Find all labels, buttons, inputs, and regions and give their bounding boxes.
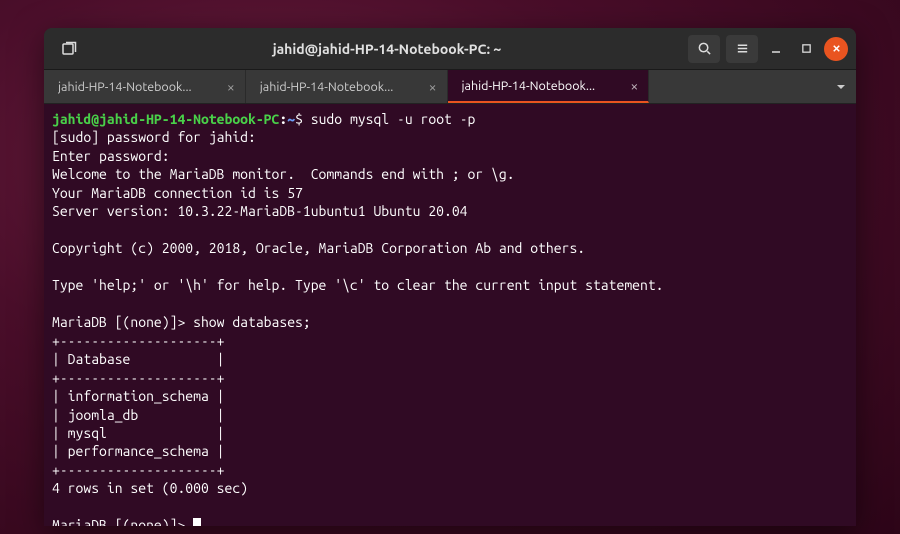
output-line: Enter password:	[52, 148, 170, 164]
tab-close-icon[interactable]: ×	[429, 79, 437, 95]
output-line: Welcome to the MariaDB monitor. Commands…	[52, 166, 515, 182]
tab-label: jahid-HP-14-Notebook...	[260, 80, 421, 94]
maximize-button[interactable]	[794, 37, 818, 61]
titlebar: jahid@jahid-HP-14-Notebook-PC: ~	[44, 28, 856, 70]
close-button[interactable]	[824, 37, 848, 61]
mariadb-prompt: MariaDB [(none)]>	[52, 517, 185, 526]
cursor	[193, 518, 201, 526]
result-line: 4 rows in set (0.000 sec)	[52, 480, 248, 496]
table-row: | joomla_db |	[52, 407, 224, 423]
table-row: | mysql |	[52, 425, 224, 441]
tab-label: jahid-HP-14-Notebook...	[462, 79, 623, 93]
tabs-bar: jahid-HP-14-Notebook... × jahid-HP-14-No…	[44, 70, 856, 104]
tab-3-active[interactable]: jahid-HP-14-Notebook... ×	[448, 70, 650, 103]
window-title: jahid@jahid-HP-14-Notebook-PC: ~	[86, 41, 688, 57]
prompt-at: @	[91, 111, 99, 127]
table-row: | information_schema |	[52, 388, 224, 404]
terminal-body[interactable]: jahid@jahid-HP-14-Notebook-PC:~$ sudo my…	[44, 104, 856, 526]
prompt-user: jahid	[52, 111, 91, 127]
output-line: Type 'help;' or '\h' for help. Type '\c'…	[52, 277, 664, 293]
new-tab-button[interactable]	[54, 34, 84, 64]
output-line: Copyright (c) 2000, 2018, Oracle, MariaD…	[52, 240, 585, 256]
tab-close-icon[interactable]: ×	[630, 78, 638, 94]
tab-label: jahid-HP-14-Notebook...	[58, 80, 219, 94]
minimize-button[interactable]	[764, 37, 788, 61]
tab-2[interactable]: jahid-HP-14-Notebook... ×	[246, 70, 448, 103]
table-sep: +--------------------+	[52, 333, 224, 349]
table-sep: +--------------------+	[52, 370, 224, 386]
table-sep: +--------------------+	[52, 462, 224, 478]
table-header: | Database |	[52, 351, 224, 367]
hamburger-menu-button[interactable]	[726, 35, 758, 63]
prompt-host: jahid-HP-14-Notebook-PC	[99, 111, 279, 127]
tabs-dropdown-button[interactable]	[826, 70, 856, 103]
output-line: [sudo] password for jahid:	[52, 129, 256, 145]
terminal-window: jahid@jahid-HP-14-Notebook-PC: ~	[44, 28, 856, 526]
output-line: Server version: 10.3.22-MariaDB-1ubuntu1…	[52, 203, 468, 219]
prompt-symbol: $	[295, 111, 303, 127]
output-line: Your MariaDB connection id is 57	[52, 185, 303, 201]
mariadb-prompt: MariaDB [(none)]>	[52, 314, 185, 330]
command-1: sudo mysql -u root -p	[311, 111, 476, 127]
tab-1[interactable]: jahid-HP-14-Notebook... ×	[44, 70, 246, 103]
command-2: show databases;	[193, 314, 311, 330]
tab-close-icon[interactable]: ×	[227, 79, 235, 95]
table-row: | performance_schema |	[52, 443, 224, 459]
search-button[interactable]	[688, 35, 720, 63]
prompt-path: ~	[287, 111, 295, 127]
